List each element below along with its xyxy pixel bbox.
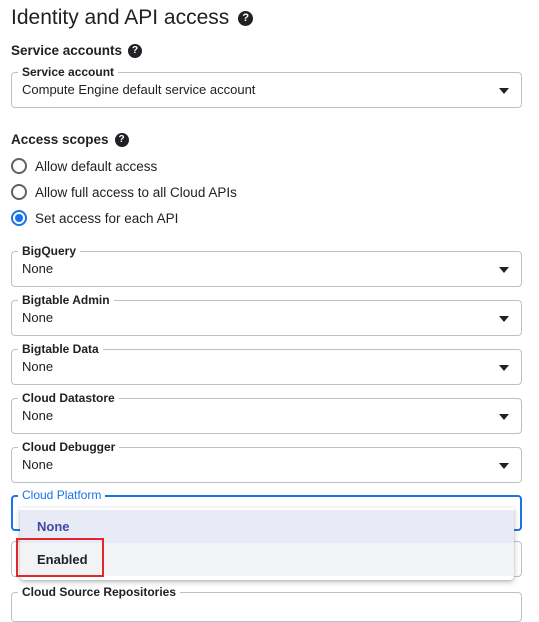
radio-allow-default-access[interactable]: Allow default access — [11, 158, 157, 174]
service-account-select[interactable]: Service account Compute Engine default s… — [11, 65, 522, 108]
radio-allow-full-access[interactable]: Allow full access to all Cloud APIs — [11, 184, 237, 200]
field-label: Cloud Debugger — [18, 440, 120, 454]
bigtable-admin-select[interactable]: Bigtable Admin None — [11, 293, 522, 336]
field-label: Bigtable Admin — [18, 293, 114, 307]
help-icon[interactable]: ? — [238, 10, 254, 26]
dropdown-arrow-icon — [499, 88, 509, 94]
field-label: Bigtable Data — [18, 342, 103, 356]
dropdown-arrow-icon — [499, 365, 509, 371]
field-label: BigQuery — [18, 244, 81, 258]
field-label: Cloud Source Repositories — [18, 585, 181, 599]
field-value: None — [22, 359, 54, 374]
radio-set-access-each-api[interactable]: Set access for each API — [11, 210, 178, 226]
radio-unchecked-icon[interactable] — [11, 184, 27, 200]
field-label: Cloud Platform — [18, 488, 106, 502]
service-accounts-heading: Service accounts ? — [11, 43, 143, 58]
radio-label: Allow full access to all Cloud APIs — [35, 184, 237, 200]
radio-label: Allow default access — [35, 158, 158, 174]
service-account-field-label: Service account — [18, 65, 119, 79]
field-value: None — [22, 261, 54, 276]
annotation-highlight-box — [16, 538, 104, 577]
access-scopes-label: Access scopes — [11, 132, 109, 147]
field-label: Cloud Datastore — [18, 391, 119, 405]
dropdown-arrow-icon — [499, 316, 509, 322]
page-title: Identity and API access — [11, 6, 230, 29]
cloud-datastore-select[interactable]: Cloud Datastore None — [11, 391, 522, 434]
bigquery-select[interactable]: BigQuery None — [11, 244, 522, 287]
service-accounts-label: Service accounts — [11, 43, 123, 58]
field-value: None — [22, 310, 54, 325]
service-account-value: Compute Engine default service account — [22, 82, 256, 97]
field-value: None — [22, 408, 54, 423]
field-value: None — [22, 457, 54, 472]
help-icon[interactable]: ? — [128, 43, 143, 58]
help-icon[interactable]: ? — [114, 132, 129, 147]
bigtable-data-select[interactable]: Bigtable Data None — [11, 342, 522, 385]
section-header: Identity and API access ? — [11, 6, 254, 30]
dropdown-arrow-icon — [499, 463, 509, 469]
access-scopes-heading: Access scopes ? — [11, 132, 129, 147]
dropdown-arrow-icon — [499, 414, 509, 420]
radio-unchecked-icon[interactable] — [11, 158, 27, 174]
dropdown-arrow-icon — [499, 267, 509, 273]
cloud-source-repositories-select[interactable]: Cloud Source Repositories — [11, 585, 522, 622]
radio-checked-icon[interactable] — [11, 210, 27, 226]
cloud-debugger-select[interactable]: Cloud Debugger None — [11, 440, 522, 483]
radio-label: Set access for each API — [35, 210, 179, 226]
option-label: None — [37, 519, 70, 534]
